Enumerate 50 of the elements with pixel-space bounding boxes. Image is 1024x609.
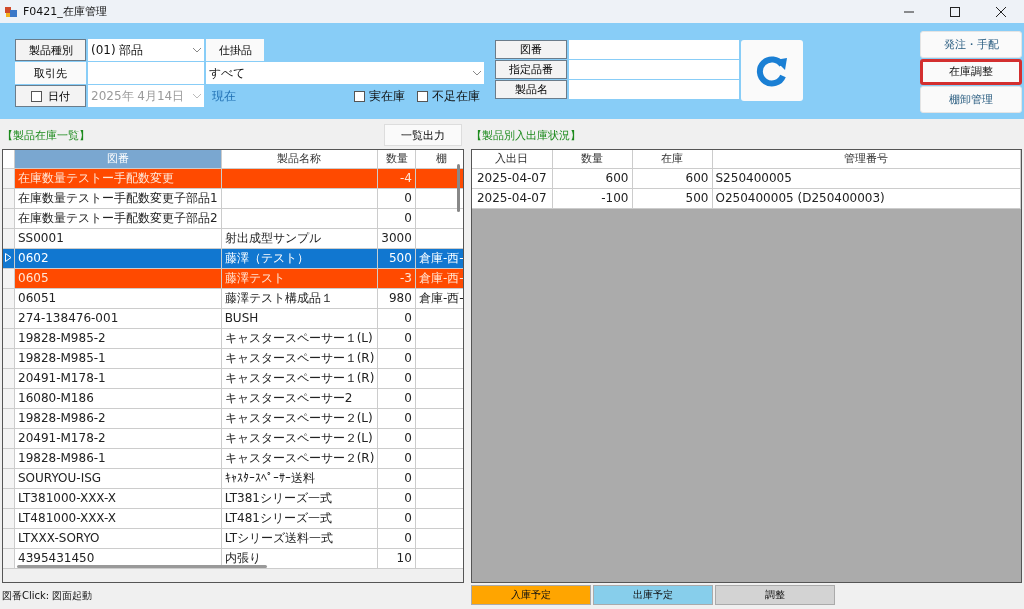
column-header[interactable]: 数量 [552,150,632,168]
legend-item: 出庫予定 [593,585,713,605]
stock-row[interactable]: 16080-M186 キャスタースペーサー2 0 [3,388,463,408]
stock-row[interactable]: 19828-M985-2 キャスタースペーサー１(L) 0 [3,328,463,348]
stock-row[interactable]: 19828-M986-2 キャスタースペーサー２(L) 0 [3,408,463,428]
actual-stock-label: 実在庫 [369,87,405,105]
shortage-stock-label: 不足在庫 [432,87,480,105]
wip-button[interactable]: 仕掛品 [206,39,264,61]
stock-row[interactable]: SOURYOU-ISG ｷｬｽﾀｰｽﾍﾟｰｻｰ送料 0 [3,468,463,488]
column-header[interactable]: 入出日 [472,150,552,168]
column-header[interactable]: 在庫 [632,150,712,168]
stock-row[interactable]: 20491-M178-1 キャスタースペーサー１(R) 0 [3,368,463,388]
section-title: 【製品在庫一覧】 [2,127,90,143]
stock-row[interactable]: SS0001 射出成型サンプル 3000 [3,228,463,248]
export-button[interactable]: 一覧出力 [384,124,462,146]
search-label-button[interactable]: 指定品番 [495,60,567,79]
stock-row[interactable]: 0602 藤澤（テスト） 500 倉庫-西- [3,248,463,268]
stock-row[interactable]: 06051 藤澤テスト構成品１ 980 倉庫-西- [3,288,463,308]
current-label: 現在 [212,87,236,105]
action-button[interactable]: 在庫調整 [920,58,1022,86]
table-cell: 2025-04-07 [472,168,552,188]
stock-row[interactable]: LT381000-XXX-X LT381シリーズ一式 0 [3,488,463,508]
table-cell: 2025-04-07 [472,188,552,208]
supplier-scope-dropdown[interactable]: すべて [206,62,484,84]
date-toggle[interactable]: 日付 [15,85,86,107]
action-button[interactable]: 棚卸管理 [920,86,1022,113]
hint-text: 図番Click: 図面起動 [2,589,94,603]
action-button[interactable]: 発注・手配 [920,31,1022,58]
column-header[interactable]: 数量 [377,150,416,168]
column-header[interactable]: 棚 [415,150,463,168]
stock-row[interactable]: 19828-M986-1 キャスタースペーサー２(R) 0 [3,448,463,468]
column-header[interactable]: 管理番号 [712,150,1021,168]
stock-row[interactable]: 19828-M985-1 キャスタースペーサー１(R) 0 [3,348,463,368]
legend-item: 調整 [715,585,835,605]
stock-row[interactable]: 20491-M178-2 キャスタースペーサー２(L) 0 [3,428,463,448]
supplier-button[interactable]: 取引先 [15,62,86,84]
column-header[interactable]: 製品名称 [221,150,378,168]
stock-row[interactable]: LT481000-XXX-X LT481シリーズ一式 0 [3,508,463,528]
search-label-button[interactable]: 製品名 [495,80,567,99]
product-type-button[interactable]: 製品種別 [15,39,86,61]
section-title: 【製品別入出庫状況】 [471,127,581,143]
stock-row[interactable]: 在庫数量テストー手配数変更子部品1 0 [3,188,463,208]
legend-item: 入庫予定 [471,585,591,605]
search-label-button[interactable]: 図番 [495,40,567,59]
stock-row[interactable]: 在庫数量テストー手配数変更子部品2 0 [3,208,463,228]
stock-row[interactable]: 274-138476-001 BUSH 0 [3,308,463,328]
product-type-dropdown[interactable]: (01) 部品 [88,39,204,61]
stock-row[interactable]: 4395431450 内張り 10 [3,548,463,568]
stock-row[interactable]: LTXXX-SORYO LTシリーズ送料一式 0 [3,528,463,548]
window-title: F0421_在庫管理 [23,4,107,19]
